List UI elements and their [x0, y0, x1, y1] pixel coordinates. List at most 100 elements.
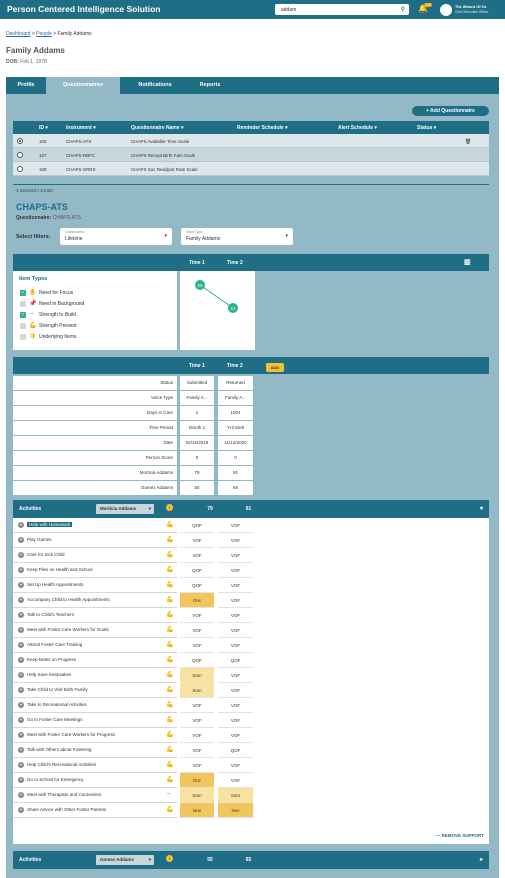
- activity-t2: VOF: [218, 668, 253, 683]
- activity-row[interactable]: + Go to Foster Care Meetings 💪 VOF VOF: [13, 713, 489, 728]
- expand-row-icon[interactable]: +: [18, 762, 24, 768]
- activity-row[interactable]: + Help Save Keepsakes 💪 Som VOF: [13, 668, 489, 683]
- activity-t2: VOF: [218, 623, 253, 638]
- row-name: CHAPS Available Time Scale: [131, 139, 190, 144]
- expand-row-icon[interactable]: +: [18, 687, 24, 693]
- expand-row-icon[interactable]: +: [18, 597, 24, 603]
- expand-icon[interactable]: ▸: [480, 856, 483, 863]
- graph-time2: Time 2: [227, 260, 243, 266]
- row-radio[interactable]: [17, 166, 23, 172]
- table-row[interactable]: 106 CHAPS-ATS CHAPS Available Time Scale…: [13, 134, 489, 148]
- activity-row[interactable]: + Go to School for Emergency 💪 Onc VOF: [13, 773, 489, 788]
- row-radio[interactable]: [17, 152, 23, 158]
- col-alert[interactable]: Alert Schedule ▾: [338, 125, 377, 131]
- arm-icon: 💪: [166, 642, 174, 648]
- voice-type-value: Family Addams: [186, 236, 221, 242]
- hand-icon: ✋: [29, 290, 37, 296]
- expand-row-icon[interactable]: +: [18, 672, 24, 678]
- activity-row[interactable]: + Accompany Child to Health Appointments 💪…: [13, 593, 489, 608]
- checkbox[interactable]: [20, 334, 26, 340]
- remove-support-button[interactable]: — REMOVE SUPPORT: [436, 833, 484, 838]
- legend-label: Need for Focus: [39, 290, 74, 296]
- activity-row[interactable]: + Help Child's Recreational Activities 💪 VO…: [13, 758, 489, 773]
- expand-row-icon[interactable]: +: [18, 582, 24, 588]
- checkbox-checked[interactable]: ✓: [20, 312, 26, 318]
- expand-row-icon[interactable]: +: [18, 642, 24, 648]
- search-icon[interactable]: ⚲: [401, 6, 405, 13]
- search-input[interactable]: addam ⚲: [275, 4, 409, 15]
- col-instrument[interactable]: Instrument ▾: [66, 125, 96, 131]
- table-row[interactable]: 108 CHAPS-SRRS CHAPS Soc Readjust Rate S…: [13, 162, 489, 176]
- trash-icon[interactable]: 🗑: [465, 139, 471, 145]
- col-id[interactable]: ID ▾: [39, 125, 48, 131]
- expand-row-icon[interactable]: +: [18, 792, 24, 798]
- activity-row[interactable]: + Share Advice with Other Foster Parents 💪…: [13, 803, 489, 818]
- expand-row-icon[interactable]: +: [18, 732, 24, 738]
- breadcrumb-people[interactable]: People: [36, 31, 52, 37]
- activity-t2: QOF: [218, 743, 253, 758]
- expand-row-icon[interactable]: +: [18, 777, 24, 783]
- table-row[interactable]: 107 CHAPS-RBFC CHAPS Recept Birth Fam Sc…: [13, 148, 489, 162]
- tab-reports[interactable]: Reports: [190, 77, 230, 94]
- activity-row[interactable]: + Play Games 💪 VOF VOF: [13, 533, 489, 548]
- checkbox[interactable]: [20, 301, 26, 307]
- warning-icon: !: [166, 504, 173, 511]
- activity-row[interactable]: + Talk with Others about Fostering 💪 VOF QOF: [13, 743, 489, 758]
- expand-row-icon[interactable]: +: [18, 567, 24, 573]
- activity-row[interactable]: + Care for Sick Child 💪 VOF VOF: [13, 548, 489, 563]
- tab-questionnaires[interactable]: Questionnaires: [46, 77, 120, 94]
- expand-row-icon[interactable]: +: [18, 627, 24, 633]
- expand-row-icon[interactable]: +: [18, 807, 24, 813]
- columns-icon[interactable]: ▥: [464, 258, 471, 266]
- col-name[interactable]: Questionnaire Name ▾: [131, 125, 184, 131]
- collaboration-select[interactable]: Collaboration Lifetime ▾: [60, 228, 172, 245]
- expand-row-icon[interactable]: +: [18, 747, 24, 753]
- row-radio[interactable]: [17, 138, 23, 144]
- expand-row-icon[interactable]: +: [18, 522, 24, 528]
- expand-row-icon[interactable]: +: [18, 717, 24, 723]
- voice-type-select[interactable]: Voice Type Family Addams ▾: [181, 228, 293, 245]
- expand-row-icon[interactable]: +: [18, 552, 24, 558]
- activity-t2: VOF: [218, 518, 253, 533]
- add-questionnaire-button[interactable]: + Add Questionnaire: [412, 106, 489, 116]
- tab-profile[interactable]: Profile: [6, 77, 46, 94]
- expand-row-icon[interactable]: +: [18, 537, 24, 543]
- activity-row[interactable]: + Set Up Health Appointments 💪 QOF VOF: [13, 578, 489, 593]
- expand-row-icon[interactable]: +: [18, 612, 24, 618]
- activity-row[interactable]: + Help with Homework 💪 QOF VOF: [13, 518, 489, 533]
- user-name[interactable]: The Wizard Of Oz: [455, 5, 486, 9]
- row-instrument: CHAPS-RBFC: [66, 153, 96, 158]
- summary-row: Status Submitted Returned: [13, 376, 489, 391]
- activities-header-2[interactable]: Activities Gomez Addams ! 55 65 ▸: [13, 851, 489, 869]
- arm-icon: 💪: [166, 717, 174, 723]
- arm-icon: 💪: [166, 702, 174, 708]
- expand-row-icon[interactable]: +: [18, 702, 24, 708]
- add-time-button[interactable]: ADD: [266, 363, 284, 372]
- activity-row[interactable]: + Talk to Child's Teachers 💪 VOF VOF: [13, 608, 489, 623]
- checkbox-checked[interactable]: ✓: [20, 290, 26, 296]
- questionnaire-label: Questionnaire: CHAPS-ATS: [16, 215, 81, 221]
- activity-row[interactable]: + Take Child to Visit Birth Family 💪 Som VOF: [13, 683, 489, 698]
- person-select[interactable]: Gomez Addams: [96, 855, 154, 865]
- avatar[interactable]: [440, 4, 452, 16]
- expand-row-icon[interactable]: +: [18, 657, 24, 663]
- activity-row[interactable]: + Meet with Therapists and Counselors ⇔ Som…: [13, 788, 489, 803]
- activity-row[interactable]: + Take to Recreational Activities 💪 VOF VOF: [13, 698, 489, 713]
- collapse-icon[interactable]: ▾: [480, 505, 483, 512]
- person-select[interactable]: Morticia Addams: [96, 504, 154, 514]
- activity-row[interactable]: + Attend Foster Care Training 💪 VOF VOF: [13, 638, 489, 653]
- activity-row[interactable]: + Keep Files on Health and School 💪 QOF VOF: [13, 563, 489, 578]
- activity-row[interactable]: + Keep Notes on Progress 💪 QOF QOF: [13, 653, 489, 668]
- activity-t2: VOF: [218, 533, 253, 548]
- activities-header[interactable]: Activities Morticia Addams ! 79 91 ▾: [13, 500, 489, 518]
- breadcrumb-dashboard[interactable]: Dashboard: [6, 31, 30, 37]
- activity-row[interactable]: + Meet with Foster Care Workers for Progr…: [13, 728, 489, 743]
- col-status[interactable]: Status ▾: [417, 125, 436, 131]
- activity-row[interactable]: + Meet with Foster Care Workers for Goals…: [13, 623, 489, 638]
- activity-t2: VOF: [218, 713, 253, 728]
- col-reminder[interactable]: Reminder Schedule ▾: [237, 125, 288, 131]
- checkbox[interactable]: [20, 323, 26, 329]
- activity-t2: Som: [218, 788, 253, 803]
- activity-name: Talk to Child's Teachers: [27, 612, 75, 617]
- tab-notifications[interactable]: Notifications: [120, 77, 190, 94]
